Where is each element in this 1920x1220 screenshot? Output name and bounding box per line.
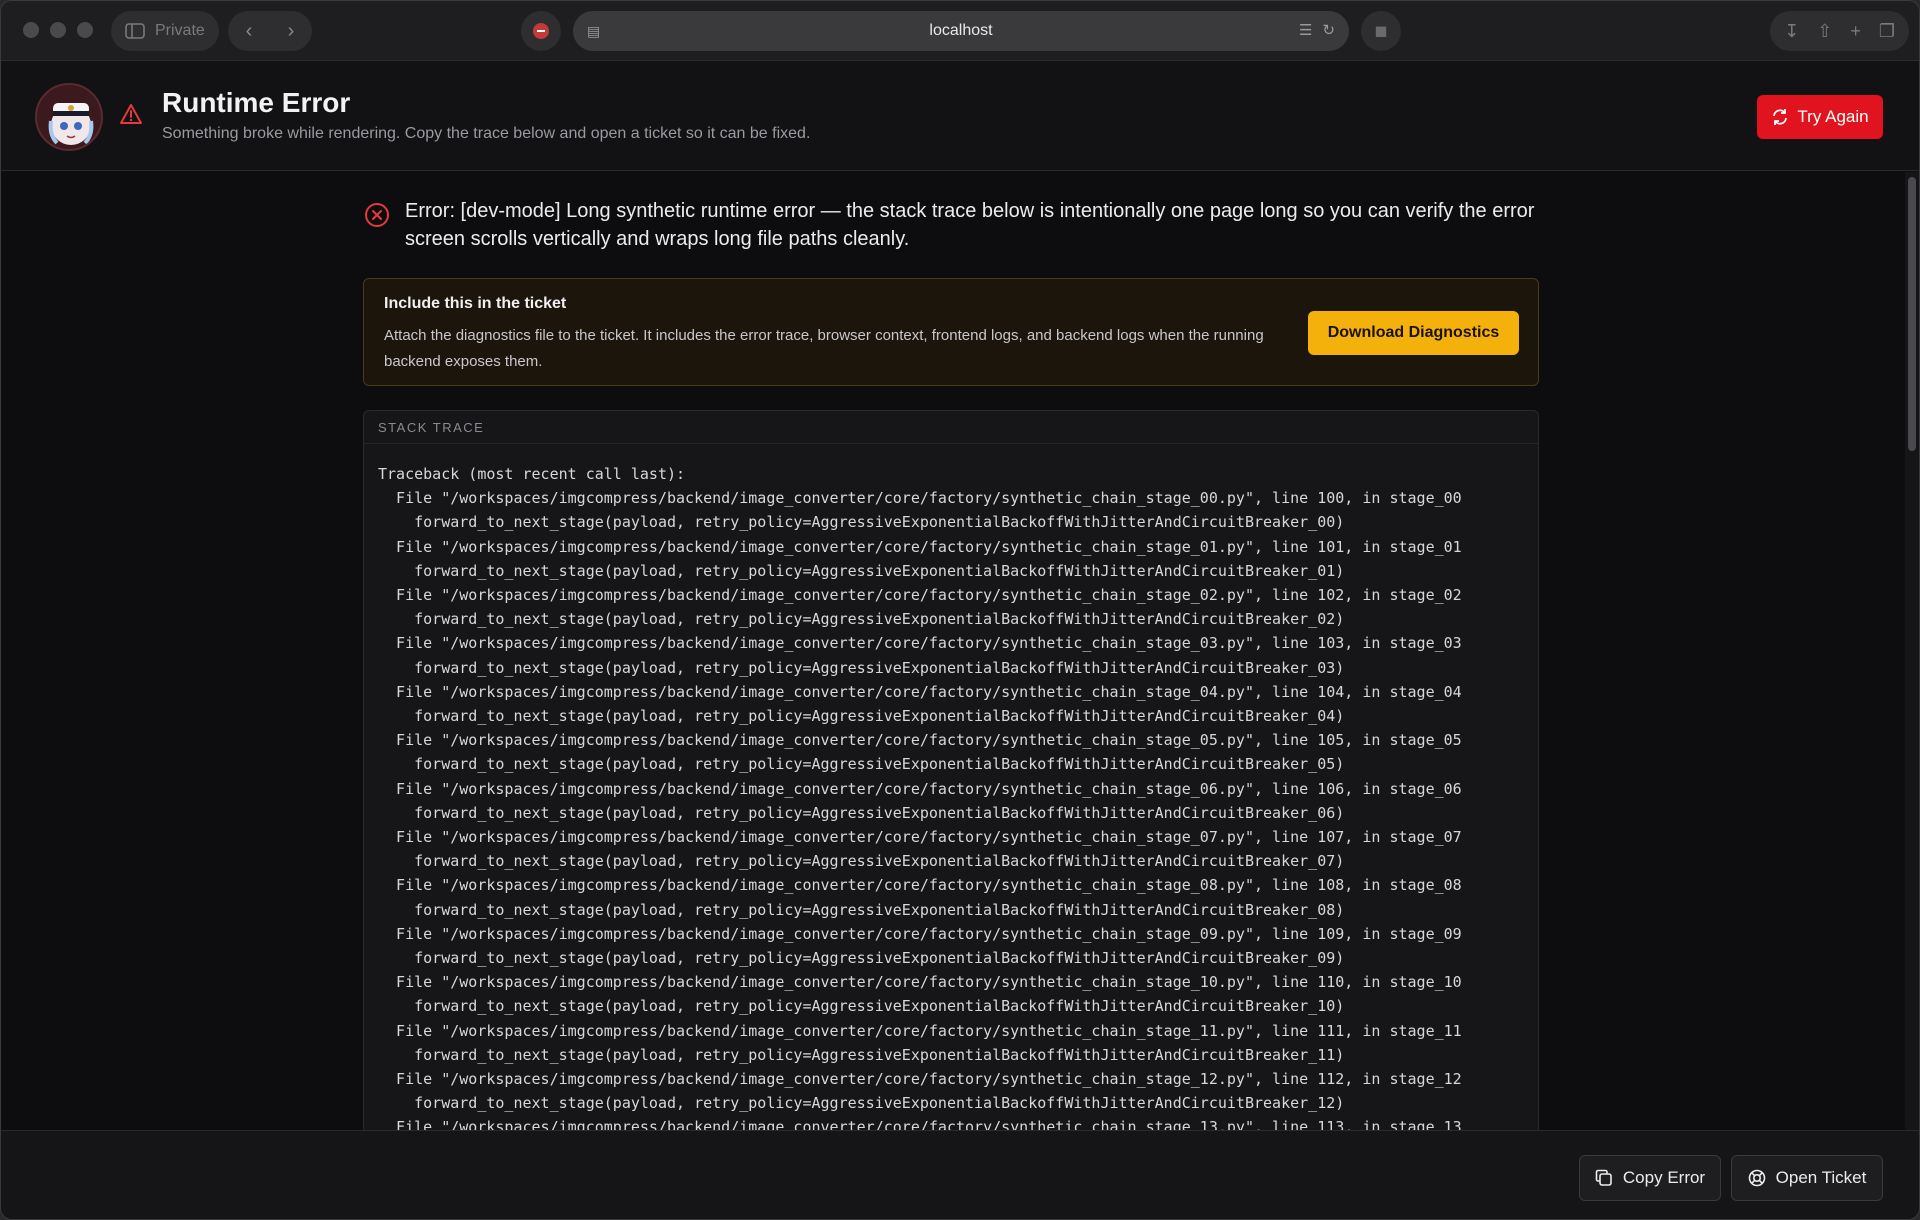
stack-trace-line: File "/workspaces/imgcompress/backend/im…	[378, 1021, 1462, 1040]
stack-trace-line: Traceback (most recent call last):	[378, 465, 686, 483]
error-text: Error: [dev-mode] Long synthetic runtime…	[405, 200, 1535, 250]
stack-trace-panel: STACK TRACE Traceback (most recent call …	[363, 410, 1539, 1130]
stack-trace-line: File "/workspaces/imgcompress/backend/im…	[378, 779, 1462, 798]
stack-trace-line: File "/workspaces/imgcompress/backend/im…	[378, 489, 1462, 508]
page-title: Runtime Error	[162, 87, 351, 118]
url-text: localhost	[929, 22, 993, 39]
error-content-scroll[interactable]: Error: [dev-mode] Long synthetic runtime…	[1, 172, 1907, 1130]
stack-trace-line: File "/workspaces/imgcompress/backend/im…	[378, 586, 1462, 605]
stack-trace-line: File "/workspaces/imgcompress/backend/im…	[378, 682, 1462, 701]
browser-actions: ↧ ⇧ + ❐	[1770, 11, 1909, 51]
stack-trace-line: File "/workspaces/imgcompress/backend/im…	[378, 1118, 1462, 1130]
app-header: Runtime Error Something broke while rend…	[1, 61, 1919, 171]
page-menu-icon[interactable]: ▤	[587, 23, 600, 40]
new-tab-icon[interactable]: +	[1850, 21, 1861, 42]
stack-trace-line: File "/workspaces/imgcompress/backend/im…	[378, 876, 1462, 895]
stack-trace-line: forward_to_next_stage(payload, retry_pol…	[378, 561, 1345, 580]
lifebuoy-icon	[1748, 1169, 1765, 1187]
window-controls	[23, 22, 93, 38]
stack-trace-line: forward_to_next_stage(payload, retry_pol…	[378, 513, 1345, 532]
stack-trace-line: File "/workspaces/imgcompress/backend/im…	[378, 973, 1462, 992]
stack-trace-line: forward_to_next_stage(payload, retry_pol…	[378, 1094, 1345, 1113]
download-diagnostics-button[interactable]: Download Diagnostics	[1308, 311, 1519, 355]
download-icon[interactable]: ↧	[1784, 21, 1799, 42]
action-footer: Copy Error Open Ticket	[1, 1130, 1919, 1219]
shield-icon: ◼	[1374, 23, 1388, 40]
tab-overview-icon[interactable]: ❐	[1879, 21, 1895, 42]
scrollbar-thumb[interactable]	[1908, 177, 1916, 451]
diagnostics-title: Include this in the ticket	[384, 295, 567, 312]
stack-trace-line: forward_to_next_stage(payload, retry_pol…	[378, 803, 1345, 822]
error-message: Error: [dev-mode] Long synthetic runtime…	[363, 172, 1539, 253]
stack-trace-line: forward_to_next_stage(payload, retry_pol…	[378, 755, 1345, 774]
diagnostics-text: Attach the diagnostics file to the ticke…	[384, 327, 1264, 370]
copy-error-label: Copy Error	[1622, 1168, 1706, 1187]
back-icon[interactable]: ‹	[246, 20, 253, 43]
page-subtitle: Something broke while rendering. Copy th…	[162, 125, 811, 142]
stack-trace-line: File "/workspaces/imgcompress/backend/im…	[378, 634, 1462, 653]
stack-trace-line: forward_to_next_stage(payload, retry_pol…	[378, 949, 1345, 968]
stack-trace-line: File "/workspaces/imgcompress/backend/im…	[378, 537, 1462, 556]
browser-toolbar: Private ‹ › ▤ localhost ☰ ↻ ◼ ↧ ⇧ + ❐	[1, 1, 1919, 61]
stack-trace-line: forward_to_next_stage(payload, retry_pol…	[378, 1045, 1345, 1064]
translate-icon[interactable]: ☰	[1299, 21, 1312, 39]
sidebar-icon	[125, 23, 145, 39]
share-icon[interactable]: ⇧	[1817, 21, 1832, 42]
stack-trace-line: forward_to_next_stage(payload, retry_pol…	[378, 610, 1345, 629]
privacy-shield-button[interactable]: ◼	[1361, 11, 1401, 51]
open-ticket-button[interactable]: Open Ticket	[1731, 1155, 1883, 1201]
stack-trace-header: STACK TRACE	[364, 411, 1538, 444]
stack-trace-line: forward_to_next_stage(payload, retry_pol…	[378, 852, 1345, 871]
close-window-button[interactable]	[23, 22, 39, 38]
private-label: Private	[155, 22, 205, 39]
stack-trace-line: forward_to_next_stage(payload, retry_pol…	[378, 658, 1345, 677]
error-circle-icon	[365, 203, 389, 227]
error-content: Error: [dev-mode] Long synthetic runtime…	[363, 172, 1539, 1130]
block-icon	[533, 23, 549, 39]
copy-error-button[interactable]: Copy Error	[1579, 1155, 1721, 1201]
history-nav: ‹ ›	[228, 11, 312, 51]
browser-window: Private ‹ › ▤ localhost ☰ ↻ ◼ ↧ ⇧ + ❐ Ru…	[0, 0, 1920, 1220]
try-again-label: Try Again	[1797, 107, 1869, 126]
diagnostics-callout: Include this in the ticket Attach the di…	[363, 278, 1539, 386]
stack-trace-line: forward_to_next_stage(payload, retry_pol…	[378, 997, 1345, 1016]
reload-icon[interactable]: ↻	[1322, 21, 1335, 39]
mascot-avatar	[35, 83, 103, 151]
stack-trace-line: forward_to_next_stage(payload, retry_pol…	[378, 900, 1345, 919]
zoom-window-button[interactable]	[77, 22, 93, 38]
stack-trace-line: File "/workspaces/imgcompress/backend/im…	[378, 731, 1462, 750]
copy-icon	[1595, 1169, 1612, 1186]
stack-trace-line: File "/workspaces/imgcompress/backend/im…	[378, 1070, 1462, 1089]
open-ticket-label: Open Ticket	[1775, 1168, 1867, 1187]
stack-trace-line: File "/workspaces/imgcompress/backend/im…	[378, 828, 1462, 847]
forward-icon[interactable]: ›	[288, 20, 295, 43]
private-tab-toggle[interactable]: Private	[111, 11, 219, 51]
block-content-button[interactable]	[521, 11, 561, 51]
stack-trace-line: forward_to_next_stage(payload, retry_pol…	[378, 707, 1345, 726]
stack-trace-line: File "/workspaces/imgcompress/backend/im…	[378, 924, 1462, 943]
stack-trace-body[interactable]: Traceback (most recent call last): File …	[364, 444, 1538, 1130]
address-bar[interactable]: ▤ localhost ☰ ↻	[573, 11, 1349, 51]
minimize-window-button[interactable]	[50, 22, 66, 38]
try-again-button[interactable]: Try Again	[1757, 95, 1883, 139]
warning-icon	[120, 104, 142, 124]
refresh-icon	[1773, 109, 1788, 125]
